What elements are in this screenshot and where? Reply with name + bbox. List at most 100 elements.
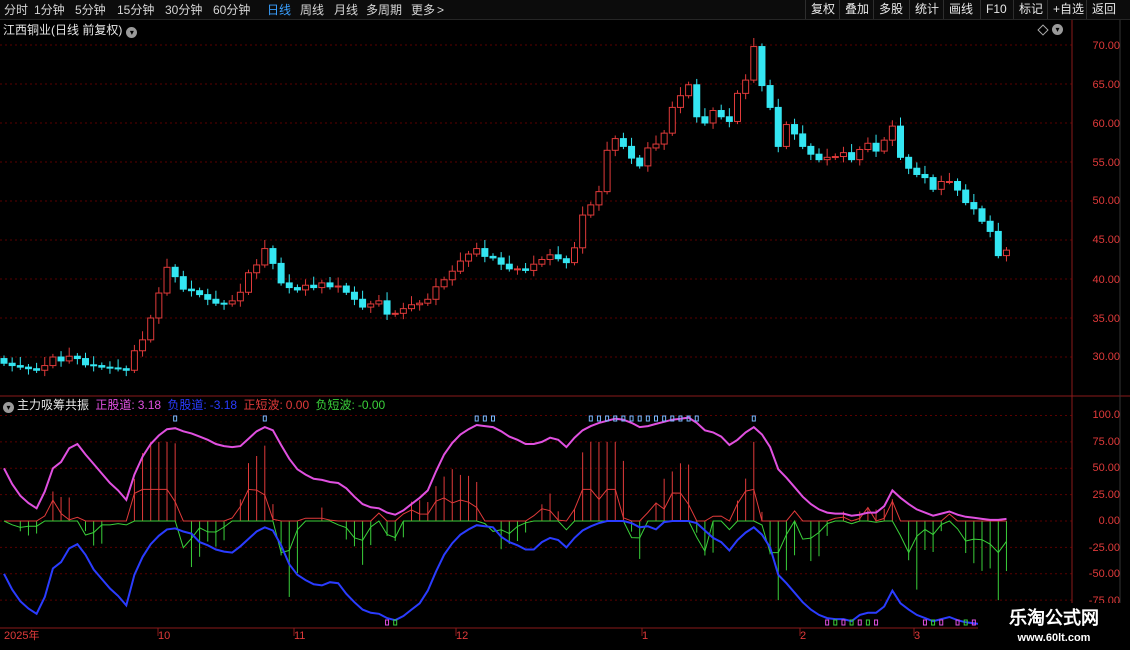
candle-body	[114, 367, 122, 370]
candle-body	[685, 84, 693, 97]
candle-body	[734, 92, 741, 122]
candle-body	[269, 248, 277, 264]
candlestick-series	[0, 37, 1010, 377]
candle-body	[245, 272, 252, 293]
signal-marker-top	[474, 415, 479, 422]
candle-body	[220, 302, 228, 305]
candle-body	[970, 202, 978, 210]
candle-body	[505, 263, 513, 270]
candle-body	[839, 152, 847, 158]
candle-body	[660, 132, 668, 145]
indicator-series	[3, 415, 1009, 627]
date-label: 3	[914, 630, 921, 642]
signal-marker-bottom	[841, 619, 846, 626]
candle-body	[98, 365, 106, 368]
candle-body	[652, 143, 660, 149]
candle-body	[628, 145, 636, 159]
date-label: 2	[800, 630, 807, 642]
candle-body	[619, 138, 627, 147]
candle-body	[603, 149, 611, 193]
candle-body	[538, 259, 546, 265]
candle-body	[130, 350, 138, 371]
candle-body	[489, 255, 497, 259]
candle-body	[897, 125, 904, 158]
legend-value-fuduanbo: -0.00	[357, 398, 386, 412]
candle-body	[888, 125, 896, 141]
candle-body	[236, 291, 244, 302]
candle-body	[782, 124, 790, 147]
price-tick-label: 60.00	[1092, 118, 1120, 130]
candle-body	[8, 362, 16, 367]
candle-body	[513, 268, 521, 271]
candle-body	[571, 247, 578, 264]
indicator-name: 主力吸筹共振	[17, 398, 90, 412]
candle-body	[848, 152, 856, 161]
signal-marker-top	[751, 415, 756, 422]
candle-body	[261, 248, 269, 266]
candle-body	[139, 339, 147, 352]
candle-body	[758, 46, 766, 87]
candle-body	[905, 156, 913, 169]
candle-body	[73, 355, 81, 360]
date-label: 12	[456, 630, 469, 642]
candle-body	[24, 366, 32, 370]
candle-body	[33, 368, 41, 371]
candle-body	[49, 356, 57, 367]
signal-marker-top	[588, 415, 593, 422]
indicator-panel-title: ▾ 主力吸筹共振 正股道: 3.18 负股道: -3.18 正短波: 0.00 负短波:…	[3, 398, 388, 413]
candle-body	[326, 282, 334, 288]
legend-label-fuduanbo: 负短波:	[315, 398, 355, 412]
date-label: 2025年	[4, 630, 40, 642]
candle-body	[750, 46, 758, 81]
panel-frames	[0, 20, 1130, 650]
candle-body	[228, 300, 236, 305]
indicator-tick-label: -50.00	[1088, 568, 1120, 580]
candle-body	[179, 276, 187, 290]
candle-body	[497, 257, 505, 265]
candle-body	[171, 266, 179, 278]
price-tick-label: 40.00	[1092, 274, 1120, 286]
price-tick-label: 70.00	[1092, 40, 1120, 52]
price-tick-label: 55.00	[1092, 157, 1120, 169]
candle-body	[106, 366, 114, 369]
candle-body	[807, 145, 815, 155]
candle-body	[774, 106, 782, 147]
chart-canvas	[0, 20, 1130, 650]
candle-body	[277, 262, 285, 284]
candle-body	[424, 298, 432, 304]
candle-body	[962, 189, 970, 204]
candle-body	[196, 290, 204, 296]
candle-body	[82, 358, 89, 366]
candle-body	[725, 116, 733, 122]
signal-marker-top	[629, 415, 634, 422]
candle-body	[562, 258, 570, 264]
signal-marker-bottom	[939, 619, 944, 626]
chevron-down-icon[interactable]: ▾	[3, 402, 14, 413]
candle-body	[310, 284, 318, 289]
candle-body	[465, 253, 473, 262]
candle-body	[636, 157, 644, 167]
candle-body	[676, 95, 684, 108]
candle-body	[65, 355, 73, 362]
signal-marker-top	[173, 415, 178, 422]
candle-body	[212, 298, 220, 304]
candle-body	[90, 364, 98, 367]
signal-marker-bottom	[874, 619, 879, 626]
date-label: 1	[642, 630, 649, 642]
candle-body	[1002, 249, 1010, 257]
candle-body	[440, 279, 448, 288]
candle-body	[302, 284, 310, 291]
grid-lines	[0, 44, 1072, 601]
candle-body	[587, 204, 595, 216]
signal-marker-bottom	[922, 619, 927, 626]
indicator-tick-label: 0.00	[1098, 515, 1120, 527]
price-tick-label: 30.00	[1092, 351, 1120, 363]
legend-label-fugudao: 负股道:	[167, 398, 207, 412]
candle-body	[554, 254, 562, 260]
candle-body	[383, 300, 391, 315]
legend-label-zhengduanbo: 正短波:	[243, 398, 283, 412]
candle-body	[880, 139, 888, 152]
candle-body	[823, 156, 831, 161]
candle-body	[668, 106, 676, 134]
candle-body	[408, 304, 415, 310]
